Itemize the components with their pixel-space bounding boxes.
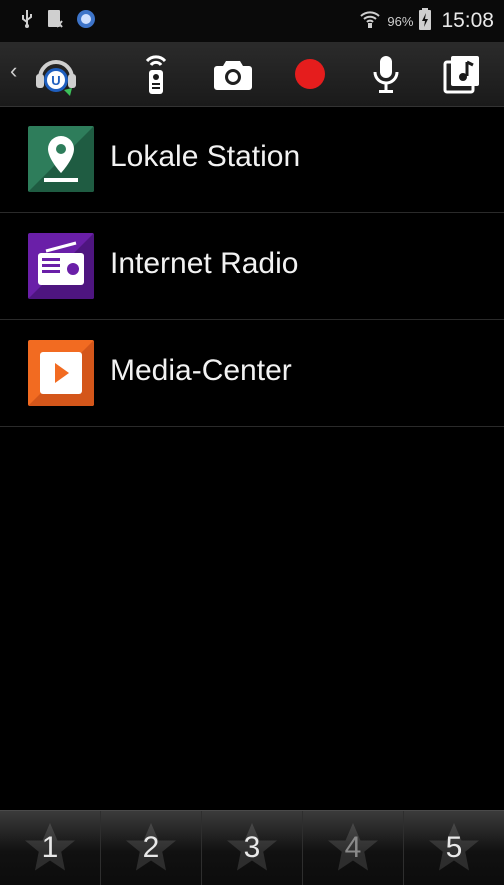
music-icon[interactable] bbox=[438, 50, 486, 98]
microphone-icon[interactable] bbox=[362, 50, 410, 98]
record-icon[interactable] bbox=[286, 50, 334, 98]
menu-item-label: Media-Center bbox=[110, 354, 292, 387]
remote-icon[interactable] bbox=[132, 50, 180, 98]
status-time: 15:08 bbox=[441, 9, 494, 32]
menu-list: Lokale Station Internet Radio Media-Cent… bbox=[0, 106, 504, 427]
app-notification-icon bbox=[76, 9, 96, 34]
star-icon bbox=[227, 823, 277, 871]
tab-5[interactable]: 5 bbox=[404, 811, 504, 885]
usb-icon bbox=[20, 9, 34, 34]
toolbar: ‹ U bbox=[0, 42, 504, 107]
tab-4[interactable]: 4 bbox=[303, 811, 404, 885]
sim-icon bbox=[46, 9, 64, 34]
camera-icon[interactable] bbox=[209, 50, 257, 98]
star-icon bbox=[25, 823, 75, 871]
wifi-icon bbox=[359, 9, 381, 34]
tab-2[interactable]: 2 bbox=[101, 811, 202, 885]
star-icon bbox=[328, 823, 378, 871]
menu-item-label: Lokale Station bbox=[110, 140, 301, 173]
back-chevron-icon[interactable]: ‹ bbox=[10, 60, 17, 82]
svg-text:U: U bbox=[51, 73, 60, 88]
status-bar: 96% 15:08 bbox=[0, 0, 504, 42]
star-icon bbox=[429, 823, 479, 871]
location-pin-icon bbox=[28, 126, 94, 192]
star-icon bbox=[126, 823, 176, 871]
menu-item-media-center[interactable]: Media-Center bbox=[0, 320, 504, 427]
battery-icon bbox=[419, 7, 432, 35]
menu-item-internet-radio[interactable]: Internet Radio bbox=[0, 213, 504, 320]
battery-percent: 96% bbox=[387, 13, 414, 29]
tab-1[interactable]: 1 bbox=[0, 811, 101, 885]
menu-item-label: Internet Radio bbox=[110, 247, 299, 280]
bottom-tab-bar: 1 2 3 4 5 bbox=[0, 810, 504, 885]
radio-icon bbox=[28, 233, 94, 299]
menu-item-lokale-station[interactable]: Lokale Station bbox=[0, 106, 504, 213]
tab-3[interactable]: 3 bbox=[202, 811, 303, 885]
play-icon bbox=[28, 340, 94, 406]
app-logo-icon[interactable]: U bbox=[32, 50, 80, 98]
